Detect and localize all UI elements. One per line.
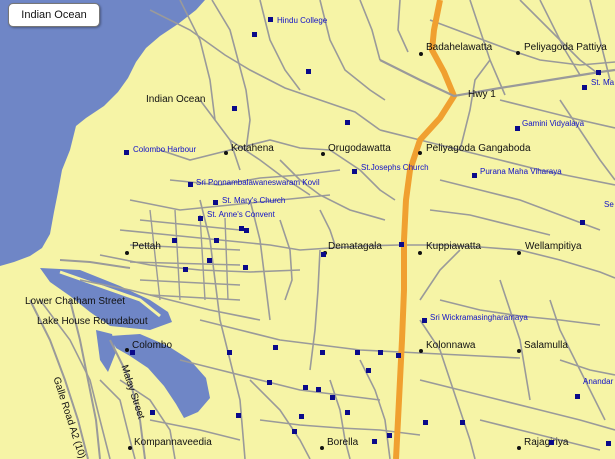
colombo-label: Colombo [132,340,173,351]
poi-marker[interactable] [268,17,273,22]
lower-chatham-label: Lower Chatham Street [25,296,126,307]
salamulla-marker[interactable] [517,349,521,353]
poi-marker[interactable] [515,126,520,131]
kotahena-label: Kotahena [231,143,274,154]
poi-marker[interactable] [580,220,585,225]
location-name-text: Indian Ocean [21,9,87,21]
poi-marker[interactable] [243,265,248,270]
poi-marker[interactable] [150,410,155,415]
poi-marker[interactable] [130,350,135,355]
downtown-grid [129,209,241,301]
poi-marker[interactable] [244,228,249,233]
poi-marker[interactable] [124,150,129,155]
lake-house-label: Lake House Roundabout [37,316,148,327]
pettah-label: Pettah [132,241,161,252]
poi-marker[interactable] [227,350,232,355]
orugodawatta-marker[interactable] [321,152,325,156]
peliyagoda-gangaboda-marker[interactable] [418,151,422,155]
poi-marker[interactable] [172,238,177,243]
poi-marker[interactable] [460,420,465,425]
indian-ocean-label: Indian Ocean [146,94,206,105]
rajagiriya-label: Rajagiriya [524,437,569,448]
kolonnawa-marker[interactable] [419,349,423,353]
sea-area [0,0,205,266]
anandar-label: Anandar [583,377,614,386]
poi-marker[interactable] [575,394,580,399]
poi-marker[interactable] [399,242,404,247]
st-josephs-label: St.Josephs Church [361,163,429,172]
badahelawatta-label: Badahelawatta [426,42,493,53]
poi-marker[interactable] [267,380,272,385]
poi-marker[interactable] [472,173,477,178]
kuppiawatta-label: Kuppiawatta [426,241,482,252]
wellampitiya-label: Wellampitiya [525,241,582,252]
borella-marker[interactable] [320,446,324,450]
poi-marker[interactable] [321,252,326,257]
colombo-harbour-label: Colombo Harbour [133,145,197,154]
poi-marker[interactable] [345,410,350,415]
poi-marker[interactable] [396,353,401,358]
kolonnawa-label: Kolonnawa [426,340,476,351]
poi-marker[interactable] [582,85,587,90]
poi-marker[interactable] [345,120,350,125]
poi-marker[interactable] [306,69,311,74]
poi-marker[interactable] [596,70,601,75]
poi-marker[interactable] [292,429,297,434]
peliyagoda-pattiya-label: Peliyagoda Pattiya [524,42,607,53]
poi-marker[interactable] [387,433,392,438]
salamulla-label: Salamulla [524,340,568,351]
borella-label: Borella [327,437,359,448]
colombo-marker[interactable] [125,348,129,352]
kompannaveediya-marker[interactable] [128,446,132,450]
poi-marker[interactable] [366,368,371,373]
kompannaveediya-label: Kompannaveedia [134,437,212,448]
hwy1-label: Hwy 1 [468,89,496,100]
poi-marker[interactable] [252,32,257,37]
poi-marker[interactable] [355,350,360,355]
poi-marker[interactable] [372,439,377,444]
poi-marker[interactable] [207,258,212,263]
kuppiawatta-marker[interactable] [418,251,422,255]
se-label: Se [604,200,614,209]
poi-marker[interactable] [352,169,357,174]
st-annes-label: St. Anne's Convent [207,210,275,219]
poi-marker[interactable] [330,395,335,400]
purana-maha-viharaya-label: Purana Maha Viharaya [480,167,562,176]
poi-marker[interactable] [378,350,383,355]
poi-marker[interactable] [549,440,554,445]
sri-wickramasingharamaya-label: Sri Wickramasingharamaya [430,313,528,322]
poi-marker[interactable] [320,350,325,355]
poi-marker[interactable] [422,318,427,323]
poi-marker[interactable] [303,385,308,390]
poi-marker[interactable] [236,413,241,418]
rajagiriya-marker[interactable] [517,446,521,450]
poi-marker[interactable] [606,441,611,446]
poi-marker[interactable] [423,420,428,425]
poi-marker[interactable] [188,182,193,187]
orugodawatta-label: Orugodawatta [328,143,391,154]
poi-marker[interactable] [214,238,219,243]
peliyagoda-gangaboda-label: Peliyagoda Gangaboda [426,143,531,154]
map-view[interactable]: Indian Ocean Hwy 1 Galle Road A2 (10) Ma… [0,0,615,459]
kotahena-marker[interactable] [224,151,228,155]
gamini-vidyalaya-label: Gamini Vidyalaya [522,119,585,128]
poi-marker[interactable] [183,267,188,272]
pettah-marker[interactable] [125,251,129,255]
dematagala-label: Dematagala [328,241,382,252]
poi-marker[interactable] [232,106,237,111]
location-name-box: Indian Ocean [8,3,100,27]
highway-a1 [393,0,457,459]
peliyagoda-pattiya-marker[interactable] [516,51,520,55]
st-ma-label: St. Ma [591,78,615,87]
poi-marker[interactable] [273,345,278,350]
wellampitiya-marker[interactable] [517,251,521,255]
st-marys-label: St. Mary's Church [222,196,286,205]
poi-marker[interactable] [316,387,321,392]
poi-marker[interactable] [299,414,304,419]
poi-marker[interactable] [213,200,218,205]
badahelawatta-marker[interactable] [419,52,423,56]
hindu-college-label: Hindu College [277,16,328,25]
sri-ponnambalawaneswaram-label: Sri Ponnambalawaneswaram Kovil [196,178,320,187]
poi-marker[interactable] [198,216,203,221]
